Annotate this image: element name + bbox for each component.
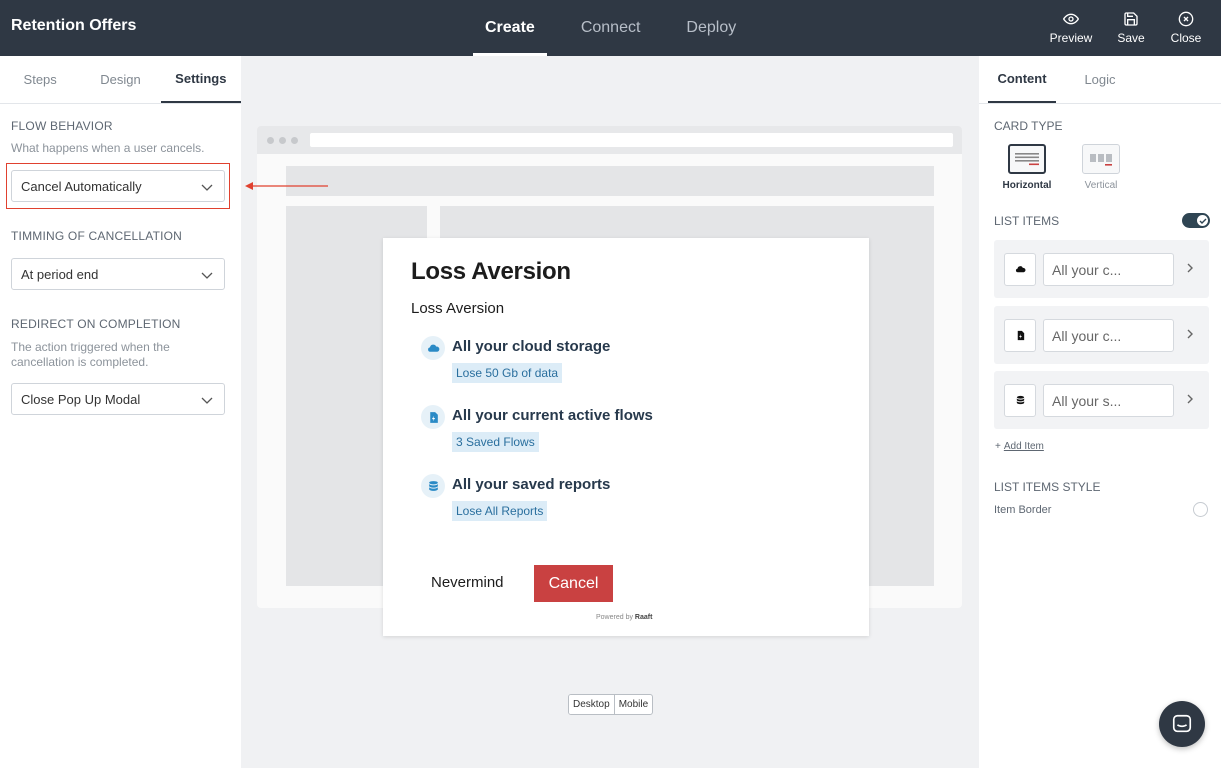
modal-subtitle: Loss Aversion <box>411 300 505 317</box>
browser-bar <box>257 126 962 154</box>
check-icon <box>1197 215 1208 226</box>
nevermind-button[interactable]: Nevermind <box>431 574 504 591</box>
database-icon <box>421 474 445 498</box>
chevron-down-icon <box>201 272 213 279</box>
vertical-layout-icon <box>1082 144 1120 174</box>
redirect-select[interactable]: Close Pop Up Modal <box>11 383 225 415</box>
right-tabs: Content Logic <box>979 56 1221 104</box>
tab-deploy[interactable]: Deploy <box>674 0 748 56</box>
list-item-input[interactable] <box>1043 253 1174 286</box>
list-item-input[interactable] <box>1043 384 1174 417</box>
cloud-icon[interactable] <box>1004 253 1036 286</box>
offer-badge: 3 Saved Flows <box>452 432 539 452</box>
offer-badge: Lose All Reports <box>452 501 548 521</box>
list-item <box>994 371 1209 429</box>
chevron-down-icon <box>201 184 213 191</box>
app-title: Retention Offers <box>11 17 137 34</box>
close-button[interactable]: Close <box>1159 0 1213 56</box>
top-tabs: Create Connect Deploy <box>473 0 770 56</box>
list-item <box>994 306 1209 364</box>
placeholder-block <box>286 166 934 196</box>
timing-select[interactable]: At period end <box>11 258 225 290</box>
device-toggle: Desktop Mobile <box>568 694 654 715</box>
card-type-label: Vertical <box>1084 180 1118 191</box>
cloud-icon <box>421 336 445 360</box>
preview-button[interactable]: Preview <box>1039 0 1103 56</box>
window-dot <box>291 137 298 144</box>
chevron-right-icon[interactable] <box>1185 393 1195 405</box>
eye-icon <box>1063 13 1079 25</box>
card-type-label: Horizontal <box>1002 180 1052 191</box>
tab-connect[interactable]: Connect <box>569 0 653 56</box>
left-tabs: Steps Design Settings <box>0 56 241 104</box>
right-panel: Content Logic CARD TYPE Horizontal Verti… <box>979 56 1221 768</box>
file-bolt-icon[interactable] <box>1004 319 1036 352</box>
preview-label: Preview <box>1049 31 1093 45</box>
flow-behavior-select[interactable]: Cancel Automatically <box>11 170 225 202</box>
top-actions: Preview Save Close <box>1039 0 1221 56</box>
window-dot <box>279 137 286 144</box>
offer-title: All your current active flows <box>452 407 653 424</box>
tab-logic[interactable]: Logic <box>1066 56 1134 103</box>
modal-title: Loss Aversion <box>411 258 571 285</box>
plus-icon: + <box>995 441 1001 452</box>
close-circle-icon <box>1178 11 1194 27</box>
close-label: Close <box>1170 31 1202 45</box>
card-type-horizontal[interactable]: Horizontal <box>999 144 1055 191</box>
list-items-title: LIST ITEMS <box>994 214 1060 228</box>
left-panel: Steps Design Settings FLOW BEHAVIOR What… <box>0 56 241 768</box>
chevron-right-icon[interactable] <box>1185 262 1195 274</box>
offer-modal: Loss Aversion Loss Aversion All your clo… <box>383 238 869 636</box>
preview-canvas: Loss Aversion Loss Aversion All your clo… <box>241 56 979 768</box>
list-item <box>994 240 1209 298</box>
tab-create[interactable]: Create <box>473 0 547 56</box>
brand-name: Raaft <box>634 614 653 621</box>
offer-title: All your cloud storage <box>452 338 611 355</box>
redirect-title: REDIRECT ON COMPLETION <box>11 317 181 331</box>
mobile-button[interactable]: Mobile <box>613 695 652 714</box>
item-border-radio[interactable] <box>1193 502 1208 517</box>
item-border-label: Item Border <box>994 504 1052 516</box>
floppy-disk-icon <box>1124 12 1138 26</box>
flow-behavior-title: FLOW BEHAVIOR <box>11 119 113 133</box>
flow-behavior-description: What happens when a user cancels. <box>11 141 205 155</box>
powered-by: Powered by Raaft <box>596 614 652 621</box>
file-bolt-icon <box>421 405 445 429</box>
database-icon[interactable] <box>1004 384 1036 417</box>
save-button[interactable]: Save <box>1103 0 1159 56</box>
window-dot <box>267 137 274 144</box>
tab-content[interactable]: Content <box>988 56 1056 103</box>
browser-frame: Loss Aversion Loss Aversion All your clo… <box>257 126 962 636</box>
timing-value: At period end <box>21 266 99 282</box>
add-item-button[interactable]: + Add Item <box>995 441 1044 452</box>
chevron-right-icon[interactable] <box>1185 328 1195 340</box>
tab-steps[interactable]: Steps <box>0 56 80 103</box>
card-type-vertical[interactable]: Vertical <box>1073 144 1129 191</box>
tab-design[interactable]: Design <box>80 56 160 103</box>
add-item-label: Add Item <box>1003 441 1044 452</box>
chat-launcher-button[interactable] <box>1159 701 1205 747</box>
card-type-title: CARD TYPE <box>994 119 1063 133</box>
timing-title: TIMMING OF CANCELLATION <box>11 229 183 243</box>
list-items-toggle[interactable] <box>1182 213 1210 228</box>
cancel-button[interactable]: Cancel <box>534 565 613 602</box>
url-bar <box>310 133 953 147</box>
tab-settings[interactable]: Settings <box>160 56 241 103</box>
chevron-down-icon <box>201 397 213 404</box>
list-item-input[interactable] <box>1043 319 1174 352</box>
redirect-value: Close Pop Up Modal <box>21 391 141 407</box>
offer-badge: Lose 50 Gb of data <box>452 363 563 383</box>
chat-icon <box>1172 714 1192 733</box>
list-items-style-title: LIST ITEMS STYLE <box>994 480 1101 494</box>
horizontal-layout-icon <box>1008 144 1046 174</box>
desktop-button[interactable]: Desktop <box>569 695 614 714</box>
flow-behavior-value: Cancel Automatically <box>21 178 142 194</box>
arrow-left-icon <box>245 182 328 190</box>
powered-by-label: Powered by <box>596 614 633 621</box>
top-bar: Retention Offers Create Connect Deploy P… <box>0 0 1221 56</box>
redirect-description: The action triggered when the cancellati… <box>11 340 170 369</box>
save-label: Save <box>1117 31 1145 45</box>
offer-title: All your saved reports <box>452 476 611 493</box>
